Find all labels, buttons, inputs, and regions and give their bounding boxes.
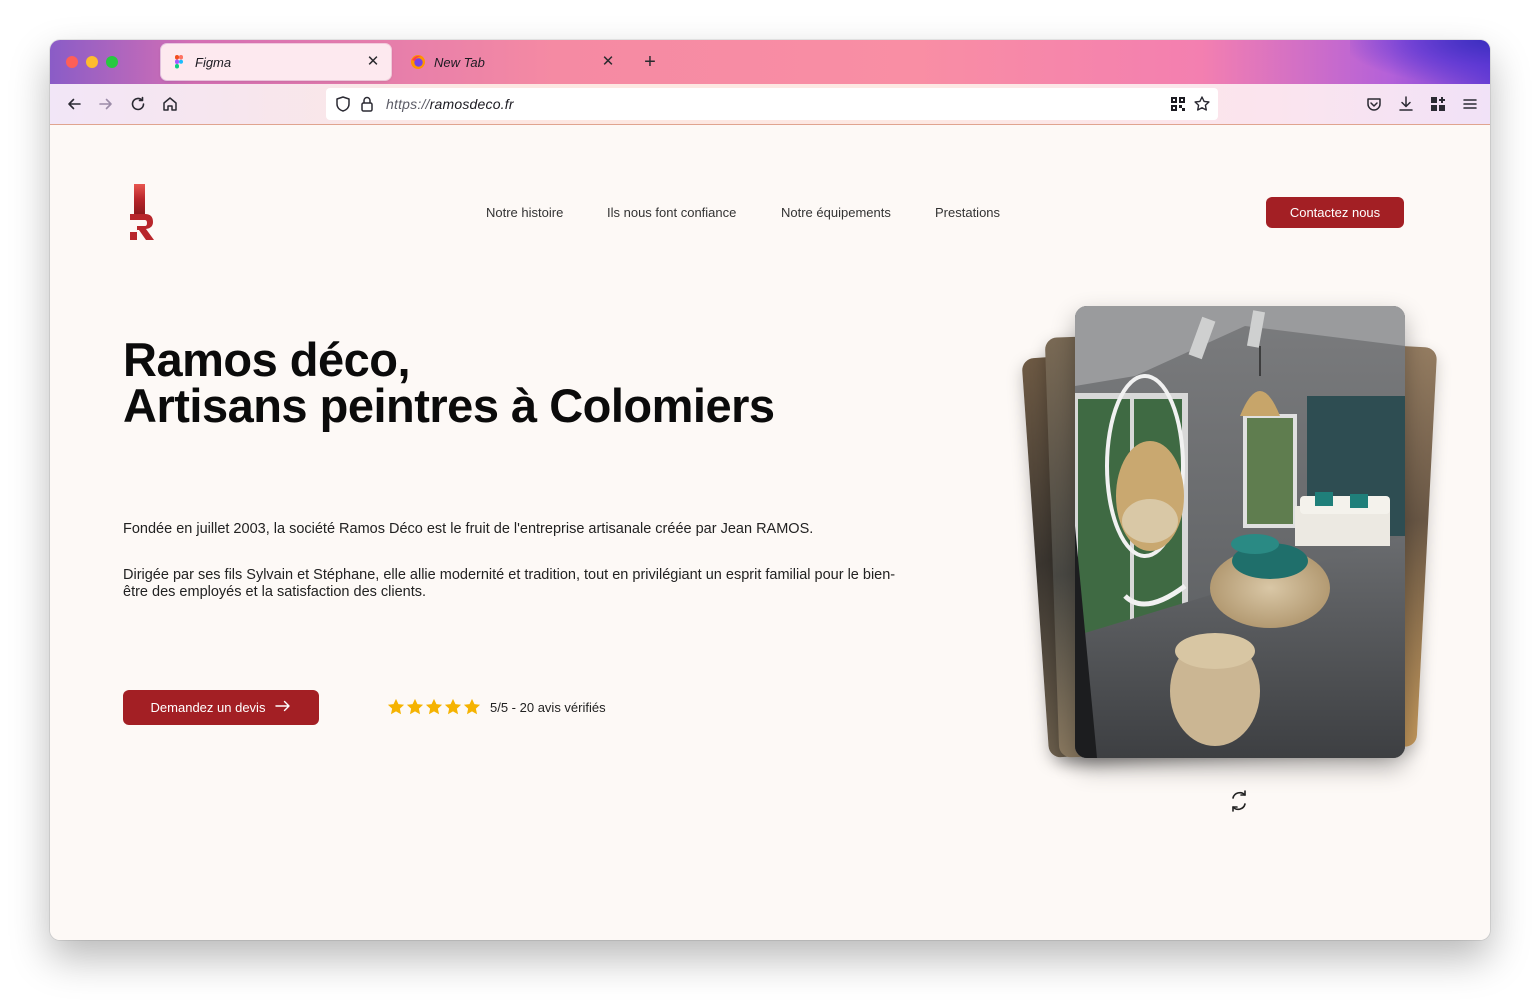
close-window-button[interactable] <box>66 56 78 68</box>
rating-text: 5/5 - 20 avis vérifiés <box>490 699 606 715</box>
nav-link-notre-histoire[interactable]: Notre histoire <box>486 205 563 220</box>
star-icon <box>444 698 462 715</box>
figma-icon <box>171 54 187 70</box>
hero-title-line1: Ramos déco, <box>123 333 411 386</box>
star-icon <box>425 698 443 715</box>
bookmark-star-icon[interactable] <box>1193 95 1211 113</box>
tab-bar: Figma ✕ New Tab ✕ + <box>50 40 1490 84</box>
intro-paragraph-2: Dirigée par ses fils Sylvain et Stéphane… <box>123 567 896 600</box>
hero-title-line2: Artisans peintres à Colomiers <box>123 379 775 432</box>
rating: 5/5 - 20 avis vérifiés <box>387 698 606 716</box>
url-bar[interactable]: https://ramosdeco.fr <box>326 88 1218 120</box>
contact-button[interactable]: Contactez nous <box>1266 197 1404 228</box>
interior-photo[interactable] <box>1075 306 1405 758</box>
new-tab-plus-icon[interactable]: + <box>640 50 660 74</box>
nav-link-notre-equipements[interactable]: Notre équipements <box>781 205 891 220</box>
reload-icon[interactable] <box>128 94 148 114</box>
download-icon[interactable] <box>1396 94 1416 114</box>
nav-link-ils-nous-font-confiance[interactable]: Ils nous font confiance <box>607 205 736 220</box>
quote-request-button[interactable]: Demandez un devis <box>123 690 319 725</box>
tab-title: Figma <box>195 54 232 70</box>
maximize-window-button[interactable] <box>106 56 118 68</box>
url-text: https://ramosdeco.fr <box>386 96 514 112</box>
tab-title: New Tab <box>434 54 485 70</box>
qr-code-icon[interactable] <box>1170 96 1186 112</box>
star-icon <box>406 698 424 715</box>
pocket-icon[interactable] <box>1364 94 1384 114</box>
star-icon <box>387 698 405 715</box>
menu-icon[interactable] <box>1460 94 1480 114</box>
close-tab-icon[interactable]: ✕ <box>600 54 616 70</box>
url-host: ramosdeco.fr <box>429 96 514 112</box>
intro-paragraph-1: Fondée en juillet 2003, la société Ramos… <box>123 521 814 537</box>
web-page: Notre histoire Ils nous font confiance N… <box>50 125 1490 940</box>
home-icon[interactable] <box>160 94 180 114</box>
close-tab-icon[interactable]: ✕ <box>365 54 381 70</box>
back-icon[interactable] <box>64 94 84 114</box>
tab-new-tab[interactable]: New Tab ✕ <box>400 44 626 80</box>
quote-button-label: Demandez un devis <box>150 700 266 715</box>
url-protocol: https:// <box>386 96 430 112</box>
tab-figma[interactable]: Figma ✕ <box>161 44 391 80</box>
star-icon <box>463 698 481 715</box>
extensions-icon[interactable] <box>1428 94 1448 114</box>
browser-window: Figma ✕ New Tab ✕ + https://ramosdeco.fr… <box>50 40 1490 940</box>
arrow-right-icon <box>275 700 291 715</box>
forward-icon[interactable] <box>96 94 116 114</box>
rotate-refresh-icon[interactable] <box>1228 789 1250 813</box>
minimize-window-button[interactable] <box>86 56 98 68</box>
nav-link-prestations[interactable]: Prestations <box>935 205 1000 220</box>
firefox-icon <box>410 54 426 70</box>
lock-icon[interactable] <box>358 95 376 113</box>
shield-icon[interactable] <box>334 95 352 113</box>
hero-title: Ramos déco, Artisans peintres à Colomier… <box>123 333 775 432</box>
navigation-toolbar: https://ramosdeco.fr <box>50 84 1490 125</box>
